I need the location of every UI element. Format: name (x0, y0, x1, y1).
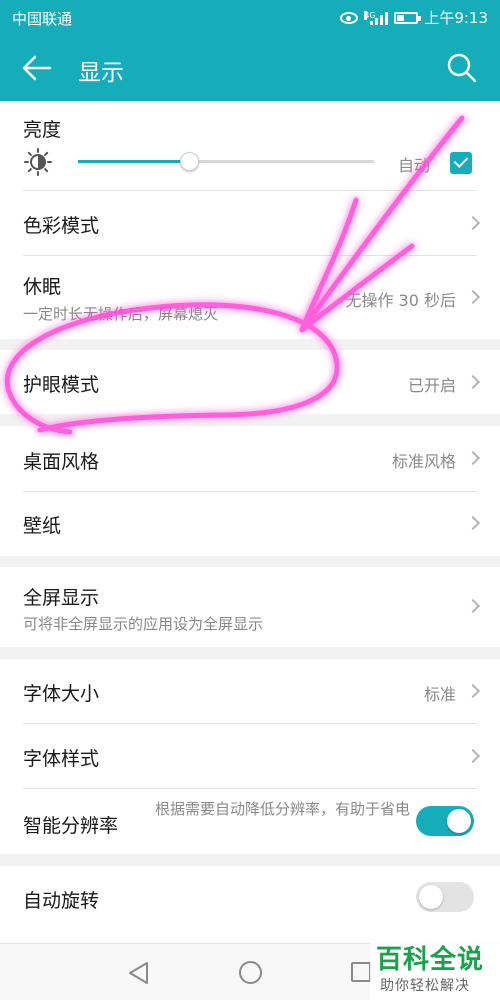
brightness-sun-icon (24, 148, 52, 176)
setting-row-font-style[interactable]: 字体样式 (0, 724, 500, 788)
auto-brightness-checkbox[interactable] (450, 152, 472, 174)
sleep-label: 休眠 (23, 276, 62, 298)
auto-brightness-label: 自动 (398, 156, 431, 175)
triangle-back-icon[interactable] (128, 961, 150, 985)
square-recent-icon[interactable] (351, 962, 371, 982)
font-size-value: 标准 (423, 685, 456, 704)
eye-comfort-icon (340, 11, 359, 24)
smart-resolution-toggle[interactable] (416, 806, 474, 836)
font-size-label: 字体大小 (23, 683, 100, 705)
setting-row-wallpaper[interactable]: 壁纸 (0, 492, 500, 556)
sleep-value: 无操作 30 秒后 (345, 291, 456, 310)
network-type-label: 4G (364, 10, 376, 20)
clock: 上午9:13 (424, 9, 488, 27)
circle-home-icon[interactable] (239, 961, 262, 984)
chevron-right-icon (465, 748, 481, 764)
toggle-knob (419, 885, 443, 909)
brightness-slider[interactable] (78, 152, 374, 171)
chevron-right-icon (465, 289, 481, 305)
smart-resolution-label: 智能分辨率 (23, 815, 119, 837)
chevron-right-icon (465, 374, 481, 390)
color-mode-label: 色彩模式 (23, 215, 100, 237)
search-icon[interactable] (446, 52, 478, 84)
full-screen-label: 全屏显示 (23, 587, 100, 609)
divider (23, 788, 477, 789)
smart-resolution-description: 根据需要自动降低分辨率，有助于省电 (154, 800, 410, 818)
chevron-right-icon (465, 515, 481, 531)
chevron-right-icon (465, 215, 481, 231)
auto-rotate-label: 自动旋转 (23, 890, 100, 912)
sleep-subtitle: 一定时长无操作后，屏幕熄灭 (23, 305, 219, 323)
chevron-right-icon (465, 450, 481, 466)
status-bar: 中国联通 4G 上午9:13 (0, 0, 500, 34)
brightness-slider-fill (78, 160, 191, 163)
setting-row-desktop-style[interactable]: 桌面风格 标准风格 (0, 426, 500, 490)
page-title: 显示 (78, 60, 124, 86)
auto-rotate-toggle[interactable] (416, 882, 474, 912)
setting-row-sleep[interactable]: 休眠 一定时长无操作后，屏幕熄灭 无操作 30 秒后 (0, 256, 500, 339)
brightness-label: 亮度 (23, 119, 62, 141)
setting-row-color-mode[interactable]: 色彩模式 (0, 191, 500, 255)
carrier-name: 中国联通 (12, 10, 73, 28)
signal-icon: 4G (364, 10, 389, 25)
chevron-right-icon (465, 683, 481, 699)
toggle-knob (447, 809, 471, 833)
desktop-style-value: 标准风格 (391, 452, 456, 471)
status-icons: 4G 上午9:13 (340, 7, 488, 28)
full-screen-subtitle: 可将非全屏显示的应用设为全屏显示 (23, 615, 264, 633)
setting-row-full-screen[interactable]: 全屏显示 可将非全屏显示的应用设为全屏显示 (0, 567, 500, 647)
watermark-subtitle: 助你轻松解决 (380, 978, 470, 994)
wallpaper-label: 壁纸 (23, 515, 62, 537)
arrow-left-icon[interactable] (20, 52, 56, 84)
watermark-title: 百科全说 (376, 945, 485, 975)
eye-comfort-value: 已开启 (407, 376, 456, 395)
chevron-right-icon (465, 598, 481, 614)
setting-row-font-size[interactable]: 字体大小 标准 (0, 659, 500, 723)
app-bar: 显示 (0, 34, 500, 101)
battery-icon (394, 11, 422, 24)
eye-comfort-label: 护眼模式 (23, 374, 100, 396)
desktop-style-label: 桌面风格 (23, 451, 100, 473)
setting-row-eye-comfort[interactable]: 护眼模式 已开启 (0, 350, 500, 414)
watermark-logo: 百科全说 助你轻松解决 (370, 936, 500, 1000)
setting-row-auto-rotate: 自动旋转 (0, 866, 500, 943)
font-style-label: 字体样式 (23, 748, 100, 770)
